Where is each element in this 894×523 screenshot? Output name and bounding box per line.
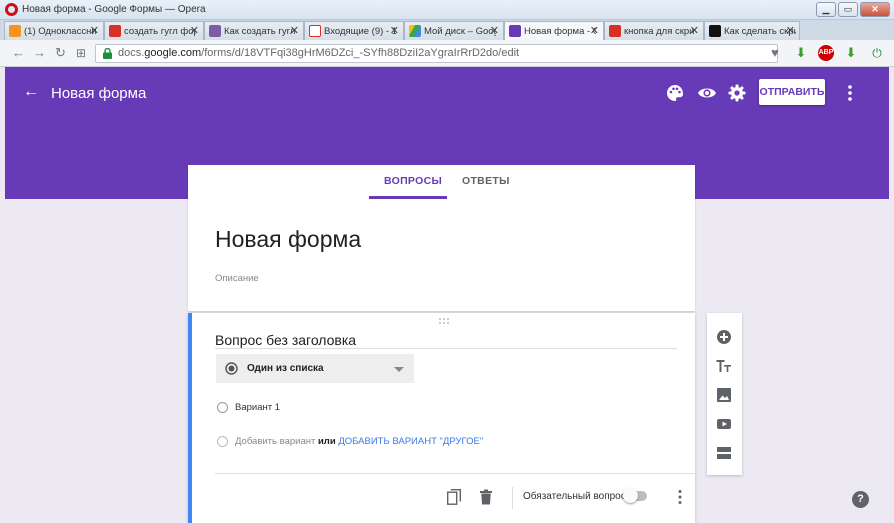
- tab-label: Мой диск – Google: [424, 26, 496, 37]
- add-option-link[interactable]: Добавить вариант: [235, 436, 315, 447]
- opera-logo-icon: [5, 3, 18, 16]
- odnoklassniki-icon: [9, 25, 21, 37]
- browser-tab[interactable]: Как сделать скри ✕: [704, 21, 800, 40]
- question-type-dropdown[interactable]: Один из списка: [216, 354, 414, 383]
- more-vert-icon[interactable]: [678, 489, 682, 505]
- form-title-input[interactable]: Новая форма: [215, 226, 361, 253]
- radio-empty-icon: [217, 436, 228, 447]
- browser-tab-active[interactable]: Новая форма - Go ✕: [504, 21, 604, 40]
- close-tab-icon[interactable]: ✕: [786, 24, 795, 37]
- site-favicon-icon: [709, 25, 721, 37]
- close-tab-icon[interactable]: ✕: [190, 24, 199, 37]
- add-option-text: Добавить вариант или ДОБАВИТЬ ВАРИАНТ "Д…: [235, 436, 483, 447]
- reload-icon[interactable]: ↻: [55, 45, 66, 61]
- google-forms-icon: [509, 25, 521, 37]
- window-title: Новая форма - Google Формы — Opera: [22, 4, 206, 15]
- add-title-text-icon[interactable]: [716, 358, 732, 374]
- close-tab-icon[interactable]: ✕: [390, 24, 399, 37]
- download-icon[interactable]: ⬇: [842, 44, 860, 62]
- toggle-knob: [623, 488, 638, 503]
- browser-tab[interactable]: Входящие (9) - 18 ✕: [304, 21, 404, 40]
- close-tab-icon[interactable]: ✕: [590, 24, 599, 37]
- preview-eye-icon[interactable]: [697, 83, 717, 103]
- google-drive-icon: [409, 25, 421, 37]
- delete-trash-icon[interactable]: [479, 489, 493, 505]
- maximize-button[interactable]: ▭: [838, 2, 858, 17]
- duplicate-icon[interactable]: [447, 489, 461, 505]
- url-path: /forms/d/18VTFqi38gHrM6DZci_-SYfh88DziI2…: [201, 47, 520, 59]
- browser-tab[interactable]: создать гугл фор ✕: [104, 21, 204, 40]
- tab-strip: (1) Одноклассник ✕ создать гугл фор ✕ Ка…: [0, 20, 894, 60]
- form-description-input[interactable]: Описание: [215, 273, 259, 284]
- browser-tab[interactable]: (1) Одноклассник ✕: [4, 21, 104, 40]
- tab-label: Как создать гугл ф: [224, 26, 296, 37]
- speed-dial-icon[interactable]: ⊞: [76, 46, 86, 60]
- add-other-link[interactable]: ДОБАВИТЬ ВАРИАНТ "ДРУГОЕ": [338, 436, 483, 447]
- avatar-icon: [209, 25, 221, 37]
- tab-label: (1) Одноклассник: [24, 26, 96, 37]
- download-icon[interactable]: ⬇: [792, 44, 810, 62]
- back-arrow-icon[interactable]: ←: [23, 83, 39, 101]
- option-label[interactable]: Вариант 1: [235, 402, 280, 413]
- close-tab-icon[interactable]: ✕: [690, 24, 699, 37]
- window-titlebar: Новая форма - Google Формы — Opera ▁ ▭ ✕: [0, 0, 894, 20]
- question-card: Вопрос без заголовка Один из списка Вари…: [188, 313, 695, 523]
- close-tab-icon[interactable]: ✕: [490, 24, 499, 37]
- url-input[interactable]: docs.google.com/forms/d/18VTFqi38gHrM6DZ…: [95, 44, 778, 63]
- side-toolbar: [707, 313, 742, 475]
- tab-label: кнопка для скри: [624, 26, 695, 37]
- back-icon[interactable]: ←: [12, 45, 25, 60]
- yandex-icon: [609, 25, 621, 37]
- dropdown-caret-icon: [394, 367, 404, 372]
- required-label: Обязательный вопрос: [523, 491, 626, 502]
- tab-label: Новая форма - Go: [524, 26, 596, 37]
- close-tab-icon[interactable]: ✕: [90, 24, 99, 37]
- lock-icon: [103, 48, 112, 59]
- toolbar-extensions: ♥ ⬇ ABP ⬇ ⏻: [766, 44, 886, 62]
- required-toggle[interactable]: [623, 488, 647, 503]
- page-viewport: ← Новая форма ОТПРАВИТЬ ВОПРОСЫ ОТВЕТЫ Н…: [5, 67, 889, 523]
- browser-tab[interactable]: Как создать гугл ф ✕: [204, 21, 304, 40]
- form-tabs: ВОПРОСЫ ОТВЕТЫ: [188, 165, 695, 199]
- add-image-icon[interactable]: [716, 387, 732, 403]
- address-bar-row: ← → ↻ ⊞ docs.google.com/forms/d/18VTFqi3…: [0, 40, 894, 67]
- radio-button-icon: [225, 362, 238, 375]
- yandex-icon: [109, 25, 121, 37]
- minimize-button[interactable]: ▁: [816, 2, 836, 17]
- or-text: или: [317, 436, 336, 447]
- close-window-button[interactable]: ✕: [860, 2, 890, 17]
- vpn-icon[interactable]: ⏻: [868, 44, 886, 62]
- bookmark-heart-icon[interactable]: ♥: [766, 44, 784, 62]
- browser-tab[interactable]: кнопка для скри ✕: [604, 21, 704, 40]
- send-button[interactable]: ОТПРАВИТЬ: [759, 79, 825, 105]
- adblock-icon[interactable]: ABP: [818, 45, 834, 61]
- close-tab-icon[interactable]: ✕: [290, 24, 299, 37]
- add-section-icon[interactable]: [716, 445, 732, 461]
- header-form-title: Новая форма: [51, 85, 147, 102]
- card-divider: [215, 473, 695, 474]
- settings-gear-icon[interactable]: [727, 83, 747, 103]
- question-type-label: Один из списка: [247, 363, 324, 374]
- footer-separator: [512, 487, 513, 509]
- tab-label: создать гугл фор: [124, 26, 196, 37]
- help-button[interactable]: ?: [852, 491, 869, 508]
- tab-label: Входящие (9) - 18: [324, 26, 396, 37]
- more-vert-icon[interactable]: [847, 83, 853, 103]
- url-host: google.com: [144, 47, 202, 59]
- url-prefix: docs.: [118, 47, 145, 59]
- gmail-icon: [309, 25, 321, 37]
- browser-tab[interactable]: Мой диск – Google ✕: [404, 21, 504, 40]
- forward-icon[interactable]: →: [33, 45, 46, 60]
- radio-empty-icon: [217, 402, 228, 413]
- add-video-icon[interactable]: [716, 416, 732, 432]
- tab-questions[interactable]: ВОПРОСЫ: [384, 175, 442, 187]
- form-title-card: Новая форма Описание: [188, 199, 695, 311]
- palette-icon[interactable]: [665, 83, 685, 103]
- question-title-input[interactable]: Вопрос без заголовка: [215, 332, 677, 349]
- tab-answers[interactable]: ОТВЕТЫ: [462, 175, 510, 187]
- add-question-icon[interactable]: [716, 329, 732, 345]
- drag-handle-icon[interactable]: [438, 317, 450, 325]
- window-controls: ▁ ▭ ✕: [816, 2, 890, 17]
